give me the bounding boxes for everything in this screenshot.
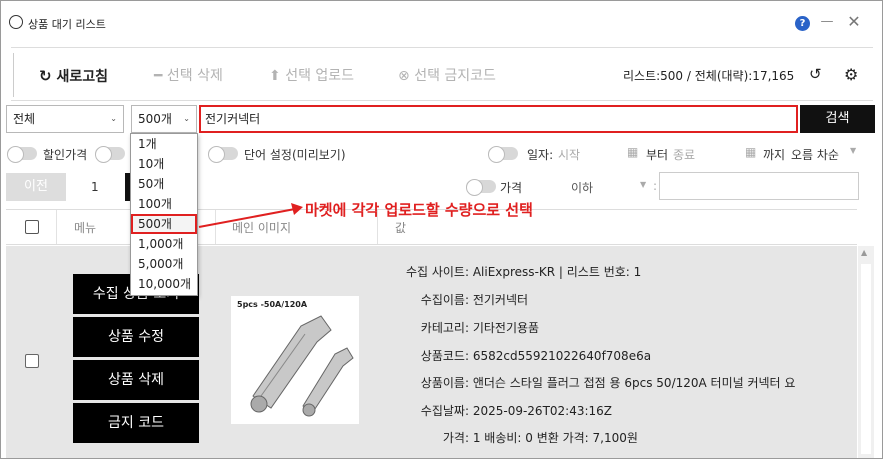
- refresh-label: 새로고침: [56, 69, 108, 85]
- chevron-down-icon: ⌄: [183, 114, 190, 123]
- scrollbar-thumb[interactable]: [861, 264, 871, 454]
- annotation-arrow: [198, 203, 303, 228]
- scroll-up-icon[interactable]: ▲: [861, 248, 867, 257]
- delete-product-button[interactable]: 상품 삭제: [73, 360, 199, 400]
- chevron-down-icon: ⌄: [110, 114, 117, 123]
- info-key: 상품코드:: [420, 349, 469, 363]
- discount-label: 할인가격: [43, 148, 88, 162]
- below-select[interactable]: 이하: [571, 179, 593, 196]
- minus-icon: ━: [154, 68, 163, 84]
- info-value: 전기커넥터: [472, 293, 529, 307]
- info-key: 수집이름:: [420, 293, 469, 307]
- title-bar: 상품 대기 리스트 ? — ✕: [1, 1, 882, 46]
- dropdown-option[interactable]: 100개: [131, 194, 197, 214]
- refresh-icon: ↻: [39, 67, 52, 85]
- dropdown-option[interactable]: 50개: [131, 174, 197, 194]
- info-category: 카테고리: 기타전기용품: [397, 319, 539, 336]
- price-toggle[interactable]: [466, 179, 496, 196]
- date-label: 일자:: [527, 148, 554, 162]
- info-value: 앤더슨 스타일 플러그 접점 용 6pcs 50/120A 터미널 커넥터 요: [472, 376, 796, 390]
- product-image: 5pcs -50A/120A: [231, 296, 359, 424]
- discount-toggle-2[interactable]: [95, 146, 125, 163]
- chevron-down-icon: ▼: [850, 146, 857, 155]
- ban-code-label: 선택 금지코드: [414, 68, 496, 84]
- search-button[interactable]: 검색: [800, 105, 875, 133]
- count-value: 500개: [138, 112, 172, 126]
- info-value: 기타전기용품: [472, 321, 540, 335]
- info-key: 수집날짜:: [420, 404, 469, 418]
- info-key: 상품이름:: [420, 376, 469, 390]
- window-title: 상품 대기 리스트: [28, 18, 106, 31]
- reload-icon[interactable]: ↺: [809, 65, 822, 83]
- ban-code-row-button[interactable]: 금지 코드: [73, 403, 199, 443]
- refresh-button[interactable]: ↻ 새로고침: [39, 65, 108, 87]
- dropdown-option[interactable]: 1,000개: [131, 234, 197, 254]
- window: 상품 대기 리스트 ? — ✕ ↻ 새로고침 ━ 선택 삭제 ⬆ 선택 업로드 …: [0, 0, 883, 459]
- gear-icon[interactable]: ⚙: [844, 65, 858, 84]
- column-header-value: 값: [395, 221, 407, 235]
- info-product-code: 상품코드: 6582cd55921022640f708e6a: [397, 347, 651, 364]
- calendar-icon[interactable]: ▦: [745, 145, 756, 159]
- dropdown-option[interactable]: 10,000개: [131, 274, 197, 294]
- edit-product-button[interactable]: 상품 수정: [73, 317, 199, 357]
- column-header-menu: 메뉴: [74, 221, 97, 235]
- info-price: 가격: 1 배송비: 0 변환 가격: 7,100원: [397, 429, 638, 446]
- info-value: AliExpress-KR | 리스트 번호: 1: [472, 265, 642, 279]
- ban-icon: ⊗: [398, 68, 410, 84]
- from-label: 부터: [646, 148, 669, 162]
- dropdown-option[interactable]: 1개: [131, 134, 197, 154]
- info-collect-name: 수집이름: 전기커넥터: [397, 291, 528, 308]
- info-collect-date: 수집날짜: 2025-09-26T02:43:16Z: [397, 402, 612, 419]
- info-product-name: 상품이름: 앤더슨 스타일 플러그 접점 용 6pcs 50/120A 터미널 …: [397, 374, 796, 391]
- row-checkbox[interactable]: [25, 354, 39, 368]
- delete-selected-label: 선택 삭제: [166, 68, 223, 84]
- colon-label: :: [653, 179, 658, 193]
- page-number: 1: [91, 180, 99, 194]
- upload-icon: ⬆: [269, 68, 281, 84]
- minimize-button[interactable]: —: [816, 14, 838, 32]
- list-counts: 리스트:500 / 전체(대략):17,165: [623, 69, 795, 83]
- calendar-icon[interactable]: ▦: [627, 145, 638, 159]
- dropdown-option[interactable]: 5,000개: [131, 254, 197, 274]
- start-date-field[interactable]: 시작: [558, 146, 580, 163]
- app-icon: [9, 15, 23, 29]
- category-value: 전체: [13, 112, 36, 126]
- info-value: 2025-09-26T02:43:16Z: [472, 404, 613, 418]
- chevron-down-icon: ▼: [640, 180, 647, 189]
- select-all-checkbox[interactable]: [25, 220, 39, 234]
- dropdown-option[interactable]: 10개: [131, 154, 197, 174]
- connector-illustration: [250, 315, 354, 417]
- price-label: 가격: [500, 181, 523, 195]
- sort-select[interactable]: 오름 차순: [791, 146, 839, 163]
- info-key: 수집 사이트:: [405, 265, 469, 279]
- dropdown-option-selected[interactable]: 500개: [131, 214, 197, 234]
- info-key: 카테고리:: [420, 321, 469, 335]
- prev-page-button[interactable]: 이전: [6, 173, 66, 201]
- count-select[interactable]: 500개 ⌄: [131, 105, 197, 133]
- vertical-scrollbar[interactable]: ▲: [858, 246, 874, 458]
- help-button[interactable]: ?: [795, 16, 810, 31]
- category-select[interactable]: 전체 ⌄: [6, 105, 124, 133]
- info-value: 6582cd55921022640f708e6a: [472, 349, 652, 363]
- info-value: 1 배송비: 0 변환 가격: 7,100원: [472, 431, 638, 445]
- discount-toggle[interactable]: [7, 146, 37, 163]
- price-input[interactable]: [659, 172, 859, 200]
- upload-selected-label: 선택 업로드: [285, 68, 355, 84]
- ban-code-button[interactable]: ⊗ 선택 금지코드: [398, 65, 496, 87]
- until-label: 까지: [763, 148, 786, 162]
- date-toggle[interactable]: [488, 146, 518, 163]
- close-button[interactable]: ✕: [844, 12, 864, 32]
- count-dropdown-list: 1개 10개 50개 100개 500개 1,000개 5,000개 10,00…: [130, 133, 198, 296]
- delete-selected-button[interactable]: ━ 선택 삭제: [154, 65, 223, 87]
- annotation-text: 마켓에 각각 업로드할 수량으로 선택: [305, 201, 533, 219]
- upload-selected-button[interactable]: ⬆ 선택 업로드: [269, 65, 354, 87]
- word-setting-label: 단어 설정(미리보기): [244, 148, 346, 162]
- search-input[interactable]: 전기커넥터: [199, 105, 798, 133]
- toolbar-divider: [13, 53, 14, 97]
- info-key: 가격:: [442, 431, 469, 445]
- column-divider: [56, 210, 57, 244]
- word-setting-toggle[interactable]: [208, 146, 238, 163]
- end-date-field[interactable]: 종료: [673, 146, 695, 163]
- info-site: 수집 사이트: AliExpress-KR | 리스트 번호: 1: [397, 263, 641, 280]
